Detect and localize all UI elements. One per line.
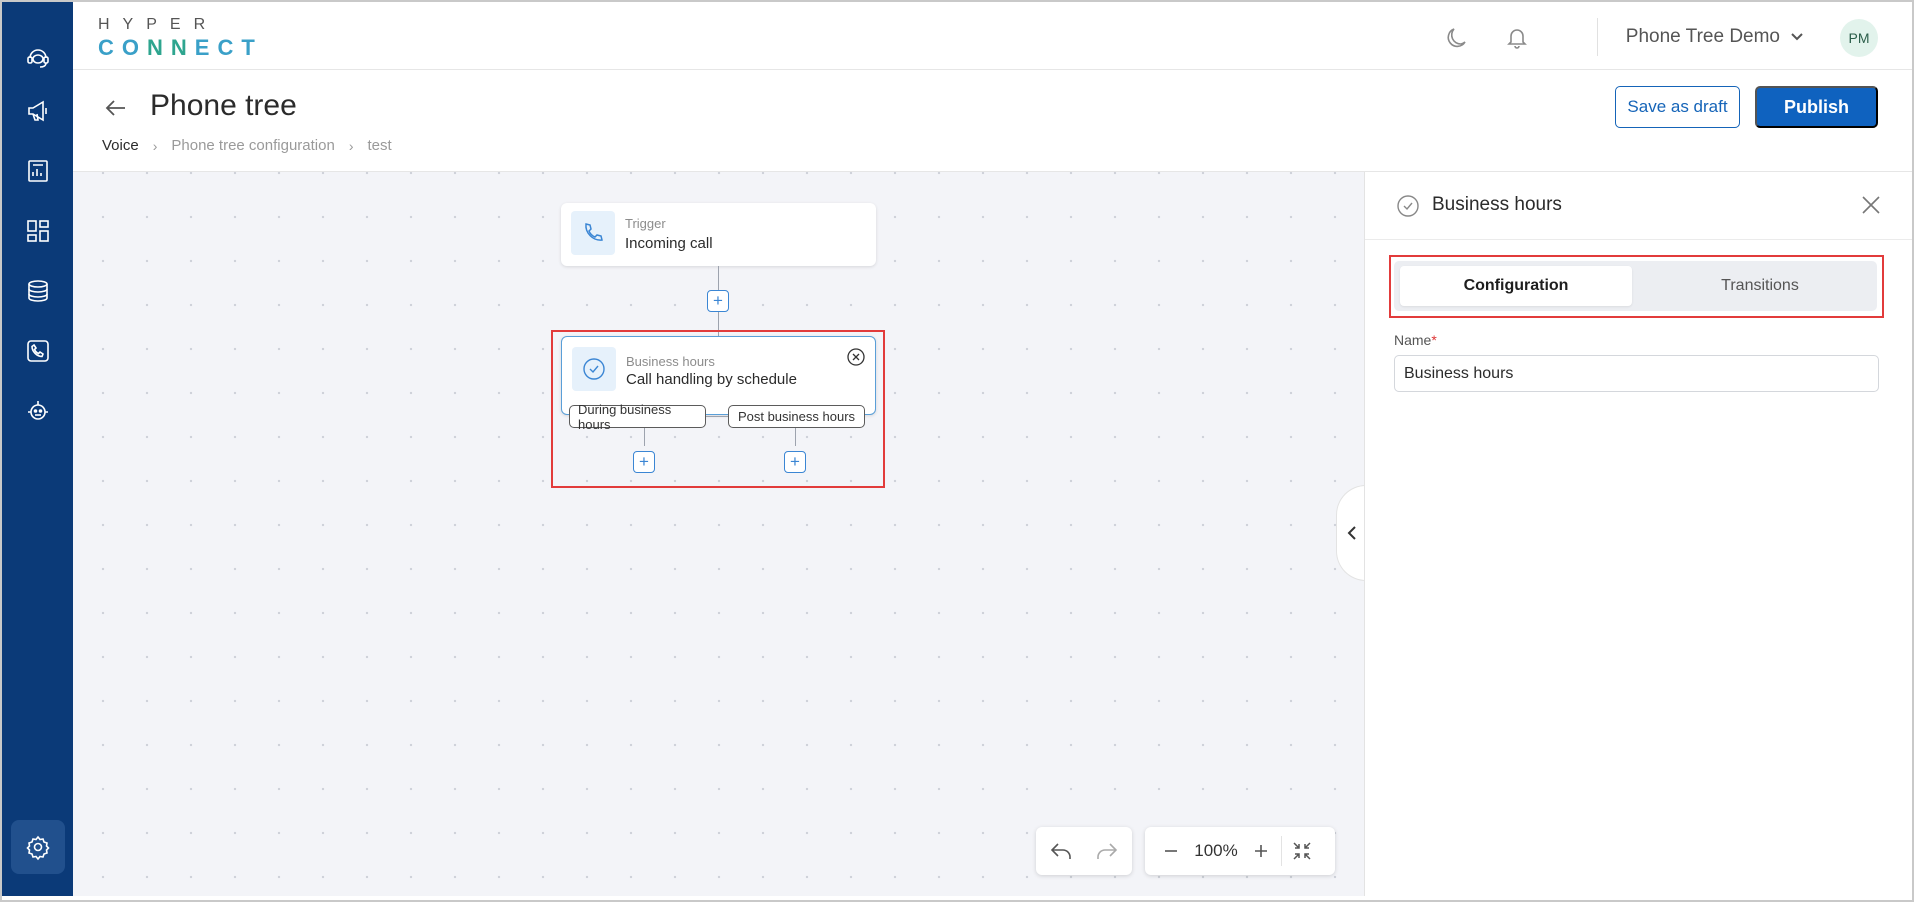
report-icon xyxy=(27,159,48,182)
breadcrumb-test: test xyxy=(367,137,392,154)
name-label: Name* xyxy=(1394,332,1437,348)
chevron-left-icon xyxy=(1347,526,1356,540)
sidebar-item-contact-center[interactable] xyxy=(15,35,60,80)
sidebar-item-campaigns[interactable] xyxy=(15,88,60,133)
logo-text-b: ECT xyxy=(194,35,263,60)
save-as-draft-button[interactable]: Save as draft xyxy=(1615,86,1740,128)
logo-text-n: NN xyxy=(147,35,195,60)
account-name: Phone Tree Demo xyxy=(1625,26,1780,47)
top-bar: HYPER CONNECT Phone Tree Demo PM xyxy=(73,2,1912,70)
moon-icon[interactable] xyxy=(1442,22,1472,52)
settings-icon xyxy=(26,835,50,861)
clock-icon xyxy=(1396,194,1420,223)
back-arrow-icon[interactable] xyxy=(103,95,129,121)
page-header: Phone tree Voice › Phone tree configurat… xyxy=(73,71,1912,172)
name-field[interactable] xyxy=(1394,355,1879,392)
tabs-highlight xyxy=(1389,255,1884,318)
sidebar-item-settings[interactable] xyxy=(11,820,65,874)
required-mark: * xyxy=(1431,332,1437,348)
bot-icon xyxy=(27,400,48,420)
database-icon xyxy=(27,279,48,302)
zoom-in-icon[interactable] xyxy=(1241,831,1281,871)
sidebar-item-data[interactable] xyxy=(15,268,60,313)
history-toolbar xyxy=(1036,827,1132,875)
redo-icon[interactable] xyxy=(1087,831,1127,871)
fit-view-icon[interactable] xyxy=(1282,831,1322,871)
trigger-node-label: Incoming call xyxy=(625,235,713,252)
breadcrumb: Voice › Phone tree configuration › test xyxy=(102,137,392,154)
dashboard-icon xyxy=(26,219,49,242)
name-label-text: Name xyxy=(1394,332,1432,348)
zoom-level: 100% xyxy=(1194,841,1238,860)
megaphone-icon xyxy=(27,100,47,121)
sidebar-item-bots[interactable] xyxy=(15,388,60,433)
top-divider xyxy=(1597,18,1598,56)
breadcrumb-voice[interactable]: Voice xyxy=(102,137,139,154)
undo-icon[interactable] xyxy=(1041,831,1081,871)
collapse-panel-button[interactable] xyxy=(1336,485,1366,581)
sidebar xyxy=(2,2,73,896)
trigger-node-type: Trigger xyxy=(625,216,666,231)
selection-highlight xyxy=(551,330,885,488)
logo-line-2: CONNECT xyxy=(98,35,263,61)
headset-icon xyxy=(26,48,49,68)
logo-text-a: CO xyxy=(98,35,147,60)
sidebar-item-dashboards[interactable] xyxy=(15,208,60,253)
phone-icon xyxy=(26,339,49,362)
sidebar-item-reports[interactable] xyxy=(15,148,60,193)
panel-header: Business hours xyxy=(1365,172,1912,240)
trigger-node[interactable]: Trigger Incoming call xyxy=(561,203,876,266)
bell-icon[interactable] xyxy=(1502,22,1532,52)
phone-icon xyxy=(571,211,615,255)
close-icon[interactable] xyxy=(1860,194,1884,218)
publish-button[interactable]: Publish xyxy=(1755,86,1878,128)
chevron-down-icon xyxy=(1791,33,1803,41)
properties-panel: Business hours Configuration Transitions… xyxy=(1364,172,1912,896)
zoom-out-icon[interactable] xyxy=(1151,831,1191,871)
chevron-right-icon: › xyxy=(152,137,158,154)
account-switcher[interactable]: Phone Tree Demo xyxy=(1626,26,1804,48)
zoom-toolbar: 100% xyxy=(1145,827,1335,875)
sidebar-item-voice[interactable] xyxy=(15,328,60,373)
logo: HYPER CONNECT xyxy=(98,16,263,61)
avatar[interactable]: PM xyxy=(1840,19,1878,57)
breadcrumb-phone-tree-config[interactable]: Phone tree configuration xyxy=(171,137,334,154)
top-icons xyxy=(1442,22,1532,52)
flow-canvas[interactable]: Trigger Incoming call + Business hours C… xyxy=(73,172,1364,896)
chevron-right-icon: › xyxy=(348,137,354,154)
panel-title: Business hours xyxy=(1432,194,1562,215)
add-step-button[interactable]: + xyxy=(707,290,729,312)
page-title: Phone tree xyxy=(150,89,297,122)
logo-line-1: HYPER xyxy=(98,16,219,33)
